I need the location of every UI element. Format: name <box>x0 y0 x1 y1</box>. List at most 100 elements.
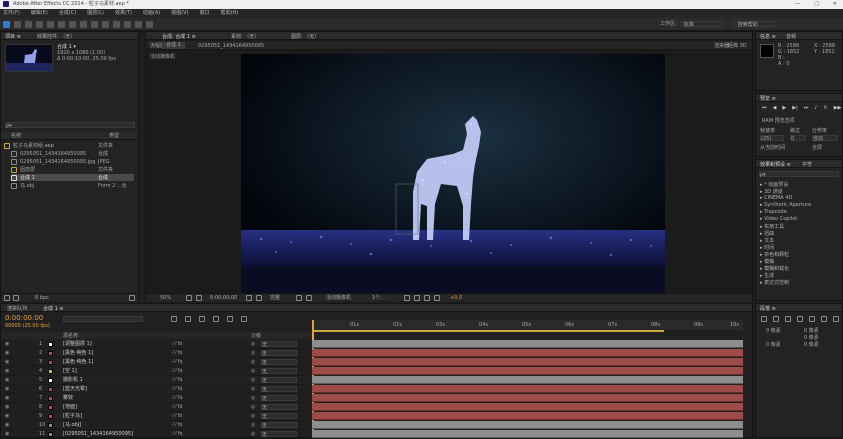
layer-name[interactable]: [调整图层 1] <box>63 341 92 347</box>
col-type-header[interactable]: 类型 <box>109 133 119 139</box>
list-item[interactable]: 0295051_1434164950095 合成 <box>11 150 134 157</box>
layer-duration-bar[interactable] <box>312 349 743 357</box>
list-item[interactable]: 固态层 文件夹 <box>11 166 134 173</box>
eye-icon[interactable]: ◉ <box>5 395 9 401</box>
frame-rate-dropdown[interactable]: (25) <box>760 135 784 142</box>
skip-input[interactable]: 0 <box>790 135 806 142</box>
minimize-button[interactable]: — <box>795 1 800 7</box>
text-tool-icon[interactable] <box>91 21 98 28</box>
parent-dropdown[interactable]: 无 <box>261 350 297 357</box>
effect-category-item[interactable]: ▸ 杂色和颗粒 <box>760 251 789 258</box>
hide-shy-layers-icon[interactable] <box>199 316 205 322</box>
layer-color-swatch[interactable] <box>48 369 53 374</box>
parent-pickwhip-icon[interactable]: ◎ <box>251 377 255 383</box>
play-icon[interactable]: ▶ <box>782 105 786 111</box>
ram-preview-options-label[interactable]: RAM 预览选项 <box>762 118 795 124</box>
exposure-value[interactable]: +0.0 <box>450 295 462 301</box>
composition-canvas[interactable] <box>241 54 665 293</box>
eye-icon[interactable]: ◉ <box>5 359 9 365</box>
pen-tool-icon[interactable] <box>80 21 87 28</box>
effect-category-item[interactable]: ▸ 实用工具 <box>760 223 784 230</box>
timeline-layer-row[interactable]: ◉ 10 [马.obj] ⁄ ⁄ fx ◎ 无 <box>1 421 312 430</box>
layer-switches[interactable]: ⁄ ⁄ fx <box>173 413 183 419</box>
layer-switches[interactable]: ⁄ ⁄ fx <box>173 377 183 383</box>
last-frame-icon[interactable]: ⏭ <box>804 105 809 111</box>
tab-effect-controls[interactable]: 效果控件: （无） <box>37 33 75 40</box>
brush-tool-icon[interactable] <box>102 21 109 28</box>
menu-composition[interactable]: 合成(C) <box>59 10 76 16</box>
snapshot-icon[interactable] <box>246 295 252 301</box>
parent-dropdown[interactable]: 无 <box>261 377 297 384</box>
list-item[interactable]: 马.obj Form 2 ...合 <box>11 182 134 189</box>
menu-help[interactable]: 帮助(H) <box>221 10 239 16</box>
effect-category-item[interactable]: ▸ 生成 <box>760 272 774 279</box>
parent-pickwhip-icon[interactable]: ◎ <box>251 404 255 410</box>
layer-duration-bar[interactable] <box>312 340 743 348</box>
space-before-value[interactable]: 0 像素 <box>766 342 781 348</box>
comp-tab-button[interactable]: 合成 1 <box>162 42 185 49</box>
col-name-header[interactable]: 名称 <box>11 133 21 139</box>
layer-switches[interactable]: ⁄ ⁄ fx <box>173 341 183 347</box>
viewer-timecode[interactable]: 0:00:00:00 <box>210 295 237 301</box>
effect-category-item[interactable]: ▸ 扭曲 <box>760 230 774 237</box>
tab-character[interactable]: 字符 <box>802 161 812 168</box>
menu-view[interactable]: 视图(V) <box>171 10 188 16</box>
menu-effect[interactable]: 效果(T) <box>115 10 132 16</box>
menu-file[interactable]: 文件(F) <box>3 10 20 16</box>
layer-switches[interactable]: ⁄ ⁄ fx <box>173 350 183 356</box>
first-frame-icon[interactable]: ⏮ <box>762 105 767 111</box>
justify-left-icon[interactable] <box>797 316 803 322</box>
effect-category-item[interactable]: ▸ 表达式控制 <box>760 279 789 286</box>
effect-category-item[interactable]: ▸ Synthetic Aperture <box>760 202 811 208</box>
bpc-button[interactable]: 8 bpc <box>35 295 49 301</box>
region-of-interest-icon[interactable] <box>296 295 302 301</box>
effect-category-item[interactable]: ▸ 模糊和锐化 <box>760 265 789 272</box>
tab-preview[interactable]: 预览 ≡ <box>760 95 776 102</box>
eye-icon[interactable]: ◉ <box>5 386 9 392</box>
parent-pickwhip-icon[interactable]: ◎ <box>251 350 255 356</box>
eye-icon[interactable]: ◉ <box>5 404 9 410</box>
workspace-dropdown[interactable]: 标准 <box>680 21 721 28</box>
layer-color-swatch[interactable] <box>48 432 53 437</box>
justify-right-icon[interactable] <box>821 316 827 322</box>
effect-category-item[interactable]: ▸ 模糊 <box>760 258 774 265</box>
parent-pickwhip-icon[interactable]: ◎ <box>251 413 255 419</box>
eye-icon[interactable]: ◉ <box>5 422 9 428</box>
comp-mini-flowchart-icon[interactable] <box>171 316 177 322</box>
indent-first-line-value[interactable]: 0 像素 <box>804 335 819 341</box>
color-channel-icon[interactable] <box>256 295 262 301</box>
effect-category-item[interactable]: ▸ * 动画预设 <box>760 181 788 188</box>
tab-comp-timeline[interactable]: 合成 1 ≡ <box>43 305 64 312</box>
justify-all-icon[interactable] <box>833 316 839 322</box>
transparency-grid-icon[interactable] <box>306 295 312 301</box>
indent-right-value[interactable]: 0 像素 <box>804 328 819 334</box>
layer-duration-bar[interactable] <box>312 421 743 429</box>
layer-duration-bar[interactable] <box>312 376 743 384</box>
space-after-value[interactable]: 0 像素 <box>804 342 819 348</box>
motion-blur-icon[interactable] <box>227 316 233 322</box>
indent-left-value[interactable]: 0 像素 <box>766 328 781 334</box>
menu-layer[interactable]: 图层(L) <box>87 10 104 16</box>
graph-editor-icon[interactable] <box>241 316 247 322</box>
effect-category-item[interactable]: ▸ Video Copilot <box>760 216 797 222</box>
frame-blending-icon[interactable] <box>213 316 219 322</box>
parent-dropdown[interactable]: 无 <box>261 395 297 402</box>
parent-pickwhip-icon[interactable]: ◎ <box>251 368 255 374</box>
parent-dropdown[interactable]: 无 <box>261 386 297 393</box>
layer-color-swatch[interactable] <box>48 423 53 428</box>
layer-name[interactable]: [黑色 纯色 1] <box>63 350 93 356</box>
timeline-icon[interactable] <box>424 295 430 301</box>
layer-switches[interactable]: ⁄ ⁄ fx <box>173 422 183 428</box>
timeline-layer-row[interactable]: ◉ 3 [黑色 纯色 1] ⁄ ⁄ fx ◎ 无 <box>1 358 312 367</box>
resolution-dropdown-preview[interactable]: 自动 <box>812 135 838 142</box>
roto-brush-tool-icon[interactable] <box>135 21 142 28</box>
layer-switches[interactable]: ⁄ ⁄ fx <box>173 386 183 392</box>
layer-name[interactable]: [地面] <box>63 404 77 410</box>
eraser-tool-icon[interactable] <box>124 21 131 28</box>
align-right-icon[interactable] <box>785 316 791 322</box>
parent-dropdown[interactable]: 无 <box>261 368 297 375</box>
timeline-search-input[interactable] <box>63 316 143 322</box>
layer-color-swatch[interactable] <box>48 396 53 401</box>
layer-duration-bar[interactable] <box>312 412 743 420</box>
layer-switches[interactable]: ⁄ ⁄ fx <box>173 404 183 410</box>
